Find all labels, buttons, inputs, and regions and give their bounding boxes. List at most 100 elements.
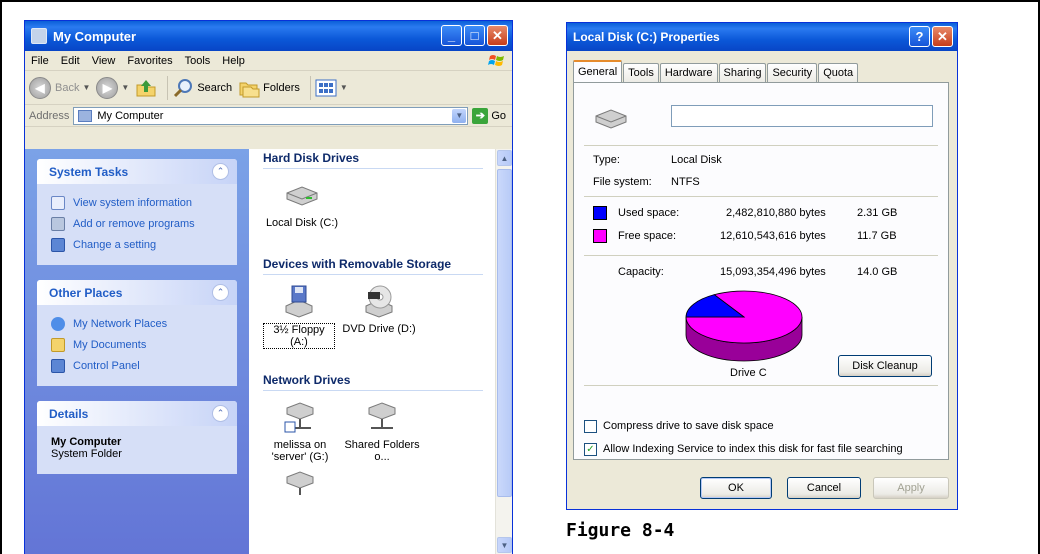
view-system-info-link[interactable]: View system information	[51, 192, 225, 213]
details-subtitle: System Folder	[51, 448, 122, 460]
explorer-body: System Tasks ⌃ View system information A…	[25, 149, 512, 554]
free-space-size: 11.7 GB	[857, 230, 897, 242]
my-computer-window: My Computer _ □ ✕ File Edit View Favorit…	[24, 20, 513, 554]
network-places-icon	[51, 316, 65, 331]
tab-general[interactable]: General	[573, 60, 623, 82]
menu-bar: File Edit View Favorites Tools Help	[25, 51, 512, 71]
address-bar: Address My Computer ▼ ➔ Go	[25, 105, 512, 127]
address-field[interactable]: My Computer ▼	[73, 106, 469, 125]
views-icon	[315, 79, 337, 96]
menu-tools[interactable]: Tools	[179, 55, 217, 67]
tab-strip: General Tools Hardware Sharing Security …	[573, 60, 859, 82]
link-label: My Network Places	[73, 317, 168, 330]
back-dropdown-icon: ▼	[82, 83, 91, 92]
control-panel-link[interactable]: Control Panel	[51, 355, 225, 376]
figure-caption: Figure 8-4	[566, 520, 675, 541]
menu-favorites[interactable]: Favorites	[121, 55, 178, 67]
menu-help[interactable]: Help	[216, 55, 251, 67]
network-drive-icon	[286, 471, 314, 495]
disk-cleanup-button[interactable]: Disk Cleanup	[838, 355, 932, 377]
compress-checkbox[interactable]	[584, 420, 597, 433]
type-value: Local Disk	[671, 154, 722, 166]
network-drive-shared[interactable]: Shared Folders o...	[344, 399, 420, 463]
forward-button[interactable]: ▶ ▼	[96, 76, 129, 99]
my-network-places-link[interactable]: My Network Places	[51, 313, 225, 334]
volume-label-input[interactable]	[671, 105, 933, 127]
link-label: Add or remove programs	[73, 217, 195, 230]
search-button[interactable]: Search	[172, 77, 232, 99]
dvd-drive-d[interactable]: DVD Drive (D:)	[338, 283, 420, 335]
apply-button[interactable]: Apply	[873, 477, 949, 499]
link-label: Change a setting	[73, 238, 157, 251]
network-drive-melissa[interactable]: melissa on 'server' (G:)	[259, 399, 341, 463]
floppy-drive-a[interactable]: 3½ Floppy (A:)	[263, 283, 335, 349]
collapse-icon[interactable]: ⌃	[212, 405, 229, 422]
properties-dialog: Local Disk (C:) Properties ? ✕ General T…	[566, 22, 958, 510]
computer-icon	[31, 28, 47, 44]
other-places-header[interactable]: Other Places ⌃	[37, 280, 237, 305]
collapse-icon[interactable]: ⌃	[212, 284, 229, 301]
views-button[interactable]: ▼	[315, 78, 348, 98]
scroll-down-icon[interactable]: ▼	[497, 537, 512, 553]
dialog-title-bar[interactable]: Local Disk (C:) Properties ? ✕	[567, 23, 957, 51]
windows-logo-icon	[488, 55, 504, 66]
network-drives-header: Network Drives	[263, 373, 483, 391]
minimize-button[interactable]: _	[441, 25, 462, 46]
menu-view[interactable]: View	[86, 55, 122, 67]
vertical-scrollbar[interactable]: ▲ ▼	[495, 149, 512, 554]
panel-title: Details	[49, 406, 89, 421]
compress-label: Compress drive to save disk space	[603, 420, 774, 432]
collapse-icon[interactable]: ⌃	[212, 163, 229, 180]
close-button[interactable]: ✕	[487, 25, 508, 46]
cancel-button[interactable]: Cancel	[787, 477, 861, 499]
go-button[interactable]: ➔ Go	[472, 107, 506, 124]
address-dropdown-icon[interactable]: ▼	[452, 108, 467, 123]
folders-icon	[239, 82, 260, 97]
change-setting-link[interactable]: Change a setting	[51, 234, 225, 255]
programs-icon	[51, 216, 65, 231]
free-space-swatch	[593, 229, 607, 243]
ok-button[interactable]: OK	[700, 477, 772, 499]
drive-label: Drive C	[730, 367, 767, 379]
views-dropdown-icon: ▼	[339, 83, 348, 92]
free-space-bytes: 12,610,543,616 bytes	[720, 230, 826, 242]
toolbar: ◀ Back ▼ ▶ ▼ Search Folders ▼	[25, 71, 512, 105]
search-label: Search	[197, 81, 233, 94]
folders-button[interactable]: Folders	[238, 77, 300, 99]
tab-sharing[interactable]: Sharing	[718, 63, 767, 82]
indexing-checkbox[interactable]: ✓	[584, 443, 597, 456]
drive-label: Shared Folders o...	[344, 439, 420, 463]
tab-quota[interactable]: Quota	[818, 63, 859, 82]
explorer-title-bar[interactable]: My Computer _ □ ✕	[25, 21, 512, 51]
file-system-label: File system:	[593, 176, 652, 188]
drive-label: DVD Drive (D:)	[342, 323, 416, 335]
go-label: Go	[491, 109, 506, 122]
link-label: View system information	[73, 196, 193, 209]
scrollbar-thumb[interactable]	[497, 169, 512, 497]
maximize-button[interactable]: □	[464, 25, 485, 46]
computer-icon	[78, 109, 93, 122]
local-disk-c[interactable]: Local Disk (C:)	[257, 177, 347, 229]
close-button[interactable]: ✕	[932, 26, 953, 47]
system-tasks-header[interactable]: System Tasks ⌃	[37, 159, 237, 184]
menu-file[interactable]: File	[25, 55, 55, 67]
link-label: My Documents	[73, 338, 147, 351]
tab-hardware[interactable]: Hardware	[659, 63, 718, 82]
details-name: My Computer	[51, 436, 122, 448]
tab-security[interactable]: Security	[767, 63, 818, 82]
window-title: My Computer	[53, 28, 137, 44]
details-header[interactable]: Details ⌃	[37, 401, 237, 426]
hard-disk-icon	[595, 109, 627, 129]
my-documents-link[interactable]: My Documents	[51, 334, 225, 355]
add-remove-programs-link[interactable]: Add or remove programs	[51, 213, 225, 234]
tab-tools[interactable]: Tools	[623, 63, 659, 82]
task-pane: System Tasks ⌃ View system information A…	[25, 149, 249, 554]
scroll-up-icon[interactable]: ▲	[497, 150, 512, 166]
menu-edit[interactable]: Edit	[55, 55, 86, 67]
back-button[interactable]: ◀ Back ▼	[29, 76, 91, 99]
toolbar-separator	[167, 75, 169, 100]
help-button[interactable]: ?	[909, 26, 930, 47]
used-space-swatch	[593, 206, 607, 220]
network-drive-partial[interactable]	[283, 469, 512, 498]
up-button[interactable]	[135, 77, 157, 99]
